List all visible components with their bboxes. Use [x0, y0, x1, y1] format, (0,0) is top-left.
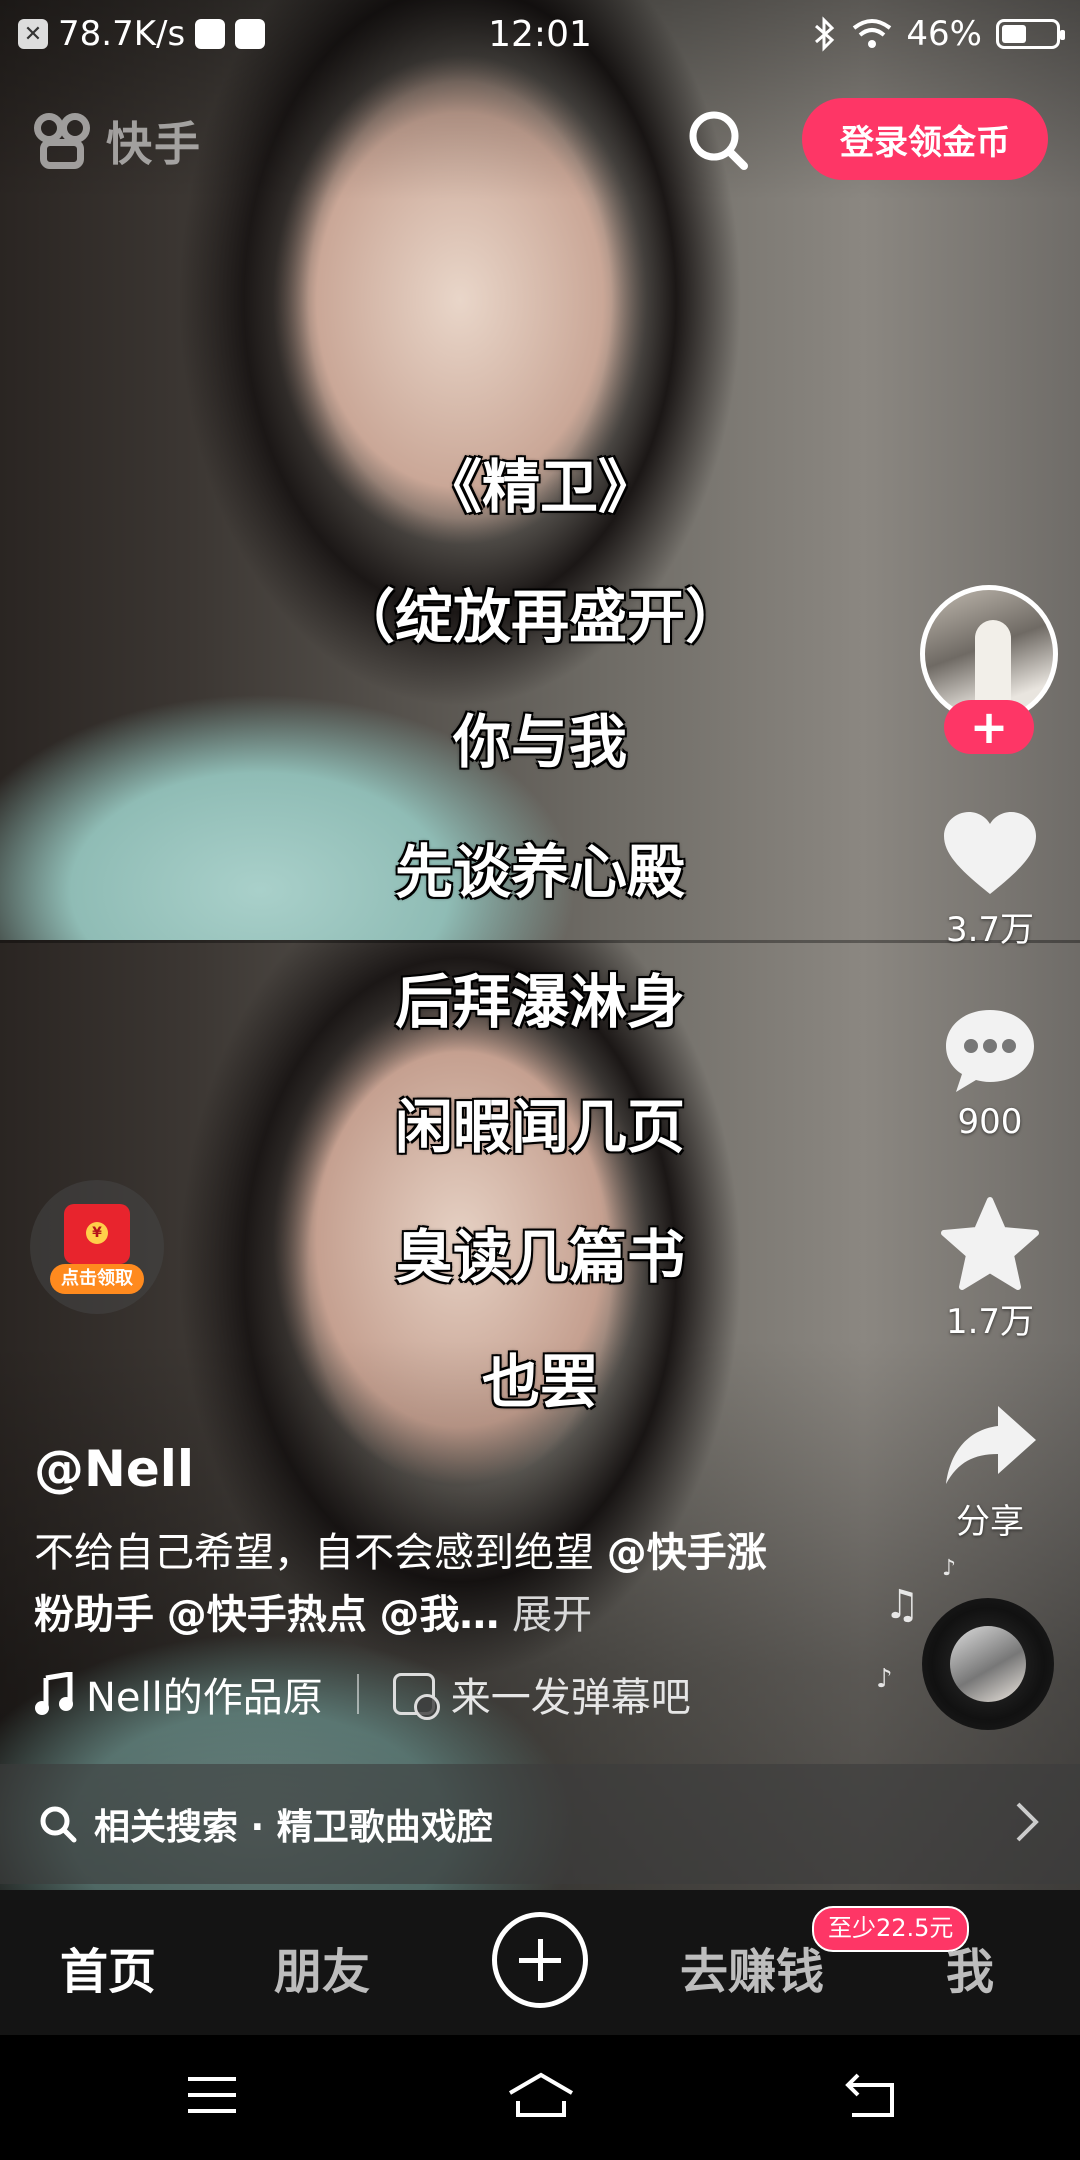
star-icon	[941, 1197, 1039, 1290]
comment-icon	[946, 1010, 1034, 1092]
mention-link[interactable]: @我…	[379, 1592, 499, 1638]
heart-icon	[944, 812, 1036, 894]
home-icon[interactable]	[506, 2071, 576, 2119]
danmu-icon[interactable]	[392, 1673, 440, 1720]
status-right: 46%	[812, 14, 1065, 54]
author-name[interactable]: @Nell	[34, 1440, 194, 1498]
favorite-count: 1.7万	[945, 1302, 1035, 1342]
coin-icon: ¥	[86, 1222, 108, 1244]
follow-button[interactable]: +	[944, 700, 1034, 754]
battery-percent: 46%	[906, 14, 982, 54]
kuaishou-logo-icon	[30, 109, 94, 173]
related-search-bar[interactable]: 相关搜索 · 精卫歌曲戏腔	[0, 1764, 1080, 1884]
tab-earn[interactable]: 去赚钱	[680, 1932, 824, 2002]
music-note-icon	[35, 1672, 73, 1715]
logo-text: 快手	[106, 117, 202, 171]
chevron-right-icon	[1016, 1802, 1039, 1842]
lyric-line: 先谈养心殿	[394, 838, 685, 906]
tab-me[interactable]: 我	[946, 1932, 994, 2002]
battery-level	[1002, 25, 1026, 43]
post-description[interactable]: 不给自己希望，自不会感到绝望 @快手涨粉助手 @快手热点 @我… 展开	[34, 1522, 784, 1646]
comment-count: 900	[957, 1102, 1023, 1142]
red-packet-label: 点击领取	[50, 1264, 144, 1294]
share-icon	[946, 1406, 1036, 1484]
back-icon[interactable]	[842, 2071, 898, 2119]
divider	[356, 1674, 359, 1714]
music-note-icon: ♫	[884, 1582, 920, 1628]
lyric-line: （绽放再盛开）	[336, 583, 743, 651]
share-label: 分享	[956, 1502, 1024, 1542]
music-row: Nell的作品原 来一发弹幕吧	[34, 1665, 691, 1723]
red-packet-widget[interactable]: ¥ 点击领取	[30, 1180, 164, 1314]
menu-icon[interactable]	[186, 2073, 238, 2117]
danmu-input[interactable]: 来一发弹幕吧	[451, 1665, 691, 1723]
music-disc[interactable]	[922, 1598, 1054, 1730]
login-get-coins-button[interactable]: 登录领金币	[802, 98, 1048, 180]
like-button[interactable]: 3.7万	[930, 808, 1050, 951]
system-navigation-bar	[0, 2035, 1080, 2160]
lyric-line: 也罢	[481, 1348, 598, 1416]
lyric-line: 后拜瀑淋身	[394, 968, 685, 1036]
create-post-button[interactable]	[492, 1912, 588, 2008]
related-search-text: 相关搜索 · 精卫歌曲戏腔	[94, 1807, 493, 1848]
share-button[interactable]: 分享	[930, 1400, 1050, 1543]
wifi-icon	[853, 19, 892, 48]
comment-button[interactable]: 900	[930, 1004, 1050, 1142]
tab-friends[interactable]: 朋友	[274, 1932, 370, 2002]
favorite-button[interactable]: 1.7万	[930, 1196, 1050, 1343]
search-icon	[40, 1806, 77, 1843]
mention-link[interactable]: @快手热点	[167, 1592, 367, 1638]
video-split-line	[0, 940, 1080, 943]
music-note-small-icon: ♪	[942, 1556, 957, 1581]
description-text: 不给自己希望，自不会感到绝望	[34, 1530, 594, 1576]
expand-link[interactable]: 展开	[512, 1592, 592, 1638]
like-count: 3.7万	[945, 910, 1035, 950]
avatar-figure	[975, 620, 1011, 710]
lyric-line: 《精卫》	[423, 453, 656, 521]
status-bar: ✕ 78.7K/s 12:01 46%	[0, 0, 1080, 72]
danmu-toggle-dot	[413, 1694, 440, 1720]
music-title[interactable]: Nell的作品原	[86, 1665, 323, 1723]
music-note-small-icon: ♪	[876, 1664, 893, 1694]
music-disc-cover	[950, 1626, 1026, 1702]
lyric-line: 你与我	[452, 708, 627, 776]
bottom-navigation: 首页 朋友 去赚钱 至少22.5元 我	[0, 1890, 1080, 2035]
bluetooth-icon	[815, 16, 835, 52]
tab-home[interactable]: 首页	[60, 1932, 156, 2002]
battery-icon	[996, 19, 1065, 49]
kuaishou-logo: 快手	[30, 108, 202, 174]
lyric-line: 闲暇闻几页	[394, 1093, 685, 1161]
search-icon[interactable]	[684, 106, 752, 174]
